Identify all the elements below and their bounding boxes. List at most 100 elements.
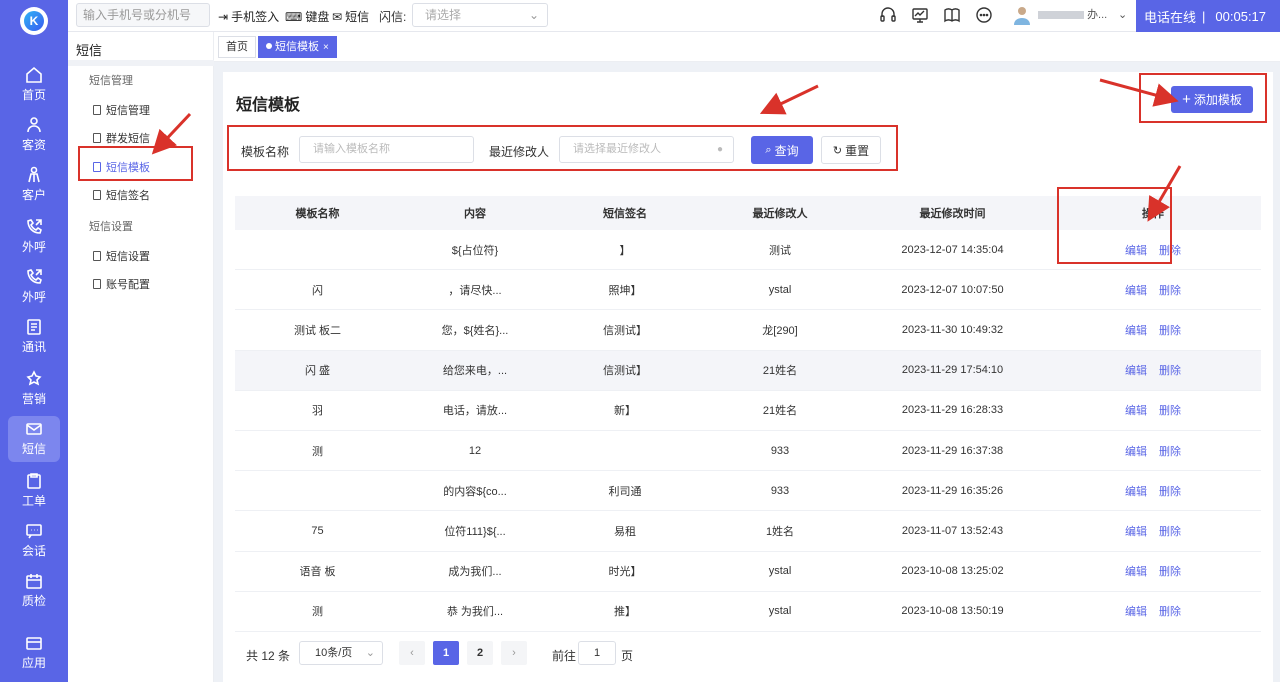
delete-link[interactable]: 删除	[1159, 282, 1181, 298]
phone-out-icon	[25, 269, 43, 285]
table-cell: ystal	[768, 565, 792, 578]
subnav-item-label: 账号配置	[106, 279, 150, 291]
column-header: 内容	[464, 208, 486, 220]
goto-page-input[interactable]: 1	[578, 641, 616, 665]
delete-link[interactable]: 删除	[1159, 322, 1181, 338]
top-icon-group	[878, 5, 994, 25]
row-actions: 编辑 删除	[1045, 552, 1261, 591]
sub-navigation: 短信 短信管理 短信管理 群发短信 短信模板 短信签名 短信设置 短信设置 账号…	[68, 32, 214, 682]
table-cell: ystal	[768, 283, 792, 296]
row-actions: 编辑 删除	[1045, 310, 1261, 349]
table-cell: ${占位符}	[451, 244, 499, 257]
page-size-select[interactable]: 10条/页 ⌄	[299, 641, 383, 665]
call-status[interactable]: 电话在线 | 00:05:17	[1136, 0, 1280, 32]
table-cell: 测	[312, 445, 323, 458]
book-icon[interactable]	[942, 5, 962, 25]
table-cell: 2023-11-29 16:37:38	[901, 444, 1004, 457]
rail-item-10[interactable]: 质检	[0, 568, 68, 614]
flash-select[interactable]: 请选择 ⌄	[412, 3, 548, 27]
table-cell: 2023-11-29 16:28:33	[901, 404, 1004, 417]
subnav-item-sms-signature[interactable]: 短信签名	[93, 187, 150, 203]
chat-icon	[25, 523, 43, 539]
chat-bubble-icon[interactable]	[974, 5, 994, 25]
rail-item-0[interactable]: 首页	[0, 62, 68, 108]
keypad-button[interactable]: ⌨ 键盘	[285, 8, 329, 25]
edit-link[interactable]: 编辑	[1125, 402, 1147, 418]
rail-item-3[interactable]: 外呼	[0, 214, 68, 260]
page-tabs: 首页 短信模板 ×	[214, 32, 1280, 62]
rail-item-label: 外呼	[21, 240, 46, 254]
edit-link[interactable]: 编辑	[1125, 483, 1147, 499]
document-icon	[93, 251, 101, 261]
edit-link[interactable]: 编辑	[1125, 322, 1147, 338]
table-cell: 位符111}${...	[444, 525, 506, 538]
rail-item-6[interactable]: 营销	[0, 366, 68, 412]
table-cell: 933	[770, 444, 790, 457]
logo-mark-icon: K	[24, 11, 44, 31]
phone-number-input[interactable]: 输入手机号或分机号	[76, 3, 210, 27]
delete-link[interactable]: 删除	[1159, 523, 1181, 539]
edit-link[interactable]: 编辑	[1125, 523, 1147, 539]
prev-page-button[interactable]: ‹	[399, 641, 425, 665]
user-name[interactable]: 办...	[1038, 3, 1118, 27]
home-icon	[25, 66, 43, 83]
message-icon	[25, 421, 43, 437]
delete-link[interactable]: 删除	[1159, 443, 1181, 459]
annotation-box-filter	[227, 125, 898, 171]
tab-home[interactable]: 首页	[218, 36, 256, 58]
rail-item-2[interactable]: 客户	[0, 162, 68, 208]
flash-select-placeholder: 请选择	[425, 8, 462, 22]
rail-item-1[interactable]: 客资	[0, 112, 68, 158]
delete-link[interactable]: 删除	[1159, 483, 1181, 499]
table-cell: 易租	[614, 525, 636, 538]
table-cell: 龙[290]	[762, 324, 798, 337]
app-logo[interactable]: K	[20, 7, 48, 35]
sign-in-button[interactable]: ⇥ 手机签入	[218, 8, 279, 25]
left-rail: K 首页 客资 客户 外呼 外呼 通讯 营销 短信 工单 会话 质检 应用	[0, 0, 68, 682]
tab-sms-template[interactable]: 短信模板 ×	[258, 36, 337, 58]
subnav-item-sms-settings[interactable]: 短信设置	[93, 248, 150, 264]
subnav-item-sms-management[interactable]: 短信管理	[93, 102, 150, 118]
subnav-item-account-config[interactable]: 账号配置	[93, 276, 150, 292]
subnav-group-sms-settings: 短信设置	[89, 221, 133, 233]
user-name-suffix: 办...	[1087, 9, 1108, 21]
page-2-button[interactable]: 2	[467, 641, 493, 665]
rail-item-7[interactable]: 短信	[8, 416, 60, 462]
close-icon[interactable]: ×	[323, 42, 329, 53]
edit-link[interactable]: 编辑	[1125, 563, 1147, 579]
edit-link[interactable]: 编辑	[1125, 362, 1147, 378]
rail-item-8[interactable]: 工单	[0, 468, 68, 514]
delete-link[interactable]: 删除	[1159, 563, 1181, 579]
table-cell: 新】	[614, 405, 636, 418]
rail-item-9[interactable]: 会话	[0, 518, 68, 564]
delete-link[interactable]: 删除	[1159, 603, 1181, 619]
next-page-button[interactable]: ›	[501, 641, 527, 665]
rail-item-11[interactable]: 应用	[0, 630, 68, 676]
delete-link[interactable]: 删除	[1159, 362, 1181, 378]
edit-link[interactable]: 编辑	[1125, 282, 1147, 298]
subnav-item-label: 短信设置	[106, 251, 150, 263]
document-icon	[93, 133, 101, 143]
rail-item-5[interactable]: 通讯	[0, 314, 68, 360]
delete-link[interactable]: 删除	[1159, 402, 1181, 418]
table-cell: 您，${姓名}...	[441, 324, 509, 337]
flash-label: 闪信:	[379, 10, 407, 24]
monitor-icon[interactable]	[910, 5, 930, 25]
edit-link[interactable]: 编辑	[1125, 603, 1147, 619]
page-title: 短信模板	[236, 97, 301, 114]
page-1-button[interactable]: 1	[433, 641, 459, 665]
headset-icon[interactable]	[878, 5, 898, 25]
table-cell: 2023-10-08 13:50:19	[901, 605, 1004, 618]
pagination: 共 12 条 10条/页 ⌄ ‹ 1 2 › 前往 1 页	[235, 640, 1261, 670]
edit-link[interactable]: 编辑	[1125, 443, 1147, 459]
table-row: 测试 板二 您，${姓名}... 信测试】 龙[290] 2023-11-30 10:4…	[235, 310, 1261, 351]
subnav-item-bulk-sms[interactable]: 群发短信	[93, 130, 150, 146]
rail-item-label: 客资	[21, 138, 46, 152]
mail-icon: ✉	[332, 9, 343, 24]
user-avatar[interactable]	[1013, 5, 1031, 25]
chevron-down-icon[interactable]: ⌄	[1118, 8, 1127, 21]
sms-button[interactable]: ✉ 短信	[332, 8, 369, 25]
rail-item-4[interactable]: 外呼	[0, 264, 68, 310]
keypad-label: 键盘	[305, 10, 330, 24]
column-header: 模板名称	[295, 208, 340, 220]
